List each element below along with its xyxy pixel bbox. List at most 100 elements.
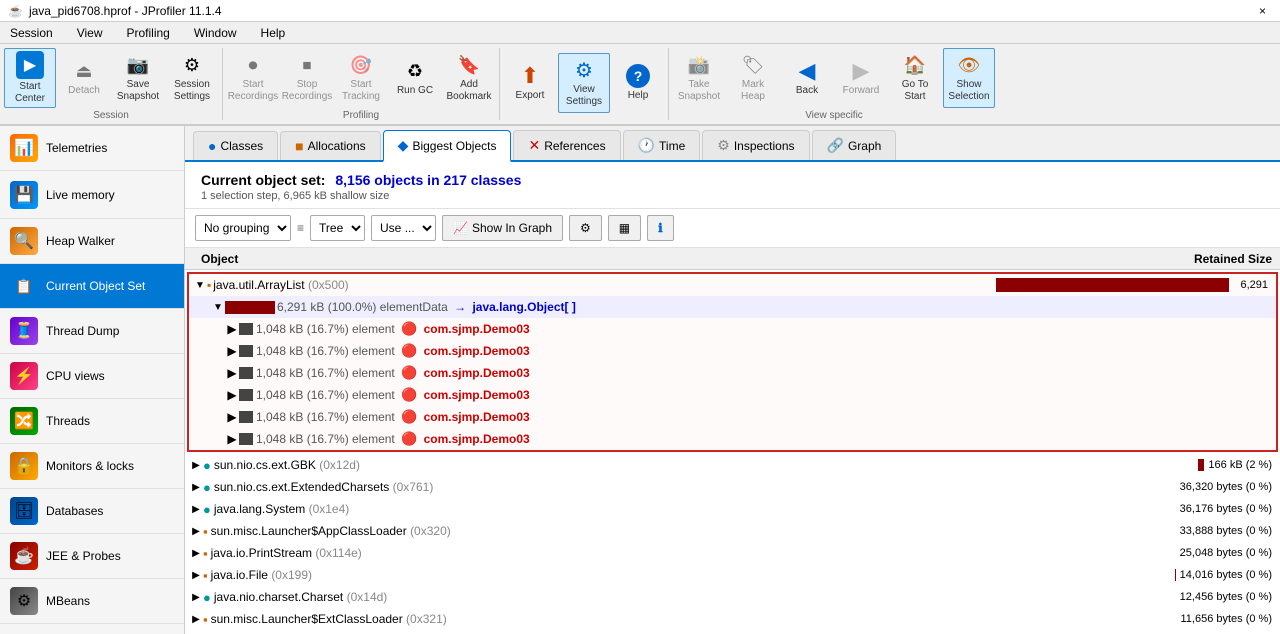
arraylist-text: java.util.ArrayList (0x500) — [213, 278, 996, 292]
tab-biggest-objects[interactable]: ◆ Biggest Objects — [383, 130, 512, 162]
expander-file[interactable]: ▶ — [189, 570, 203, 581]
row-file[interactable]: ▶ ▪ java.io.File (0x199) 14,016 bytes (0… — [185, 564, 1280, 586]
row-element4[interactable]: ▶ 1,048 kB (16.7%) element 🔴 com.sjmp.De… — [189, 384, 1276, 406]
sidebar-item-live-memory[interactable]: 💾 Live memory — [0, 171, 184, 219]
row-element3[interactable]: ▶ 1,048 kB (16.7%) element 🔴 com.sjmp.De… — [189, 362, 1276, 384]
menu-profiling[interactable]: Profiling — [121, 24, 176, 42]
tab-references[interactable]: ✕ References — [513, 130, 620, 160]
toolbar-group-session: ▶ StartCenter ⏏ Detach 📷 SaveSnapshot ⚙ … — [0, 48, 223, 120]
expander-e2[interactable]: ▶ — [225, 344, 239, 358]
expander-e6[interactable]: ▶ — [225, 432, 239, 446]
btn-back[interactable]: ◀ Back — [781, 48, 833, 108]
e5-bar — [239, 411, 253, 423]
biggest-objects-tab-icon: ◆ — [398, 137, 409, 154]
sidebar-item-telemetries[interactable]: 📊 Telemetries — [0, 126, 184, 171]
row-gbk[interactable]: ▶ ● sun.nio.cs.ext.GBK (0x12d) 166 kB (2… — [185, 454, 1280, 476]
expander-extcharsets[interactable]: ▶ — [189, 482, 203, 493]
tab-allocations[interactable]: ■ Allocations — [280, 131, 381, 160]
row-element6[interactable]: ▶ 1,048 kB (16.7%) element 🔴 com.sjmp.De… — [189, 428, 1276, 450]
sidebar-item-monitors-locks[interactable]: 🔒 Monitors & locks — [0, 444, 184, 489]
btn-forward[interactable]: ▶ Forward — [835, 48, 887, 108]
row-baselocale[interactable]: ▶ ● sun.util.locale.BaseLocale (0xb5) 6,… — [185, 630, 1280, 634]
system-icon: ● — [203, 502, 211, 517]
row-charset[interactable]: ▶ ● java.nio.charset.Charset (0x14d) 12,… — [185, 586, 1280, 608]
references-tab-icon: ✕ — [528, 137, 540, 154]
allocations-tab-label: Allocations — [308, 139, 366, 153]
expander-arraylist[interactable]: ▼ — [193, 280, 207, 291]
object-title: Current object set: 8,156 objects in 217… — [201, 172, 1264, 188]
row-extclassloader[interactable]: ▶ ▪ sun.misc.Launcher$ExtClassLoader (0x… — [185, 608, 1280, 630]
row-element1[interactable]: ▶ 1,048 kB (16.7%) element 🔴 com.sjmp.De… — [189, 318, 1276, 340]
btn-add-bookmark[interactable]: 🔖 AddBookmark — [443, 48, 495, 108]
btn-show-selection[interactable]: 👁 ShowSelection — [943, 48, 995, 108]
sidebar-item-jee-probes[interactable]: ☕ JEE & Probes — [0, 534, 184, 579]
tab-time[interactable]: 🕐 Time — [623, 130, 701, 160]
row-element5[interactable]: ▶ 1,048 kB (16.7%) element 🔴 com.sjmp.De… — [189, 406, 1276, 428]
row-printstream[interactable]: ▶ ▪ java.io.PrintStream (0x114e) 25,048 … — [185, 542, 1280, 564]
sidebar-item-current-object-set[interactable]: 📋 Current Object Set — [0, 264, 184, 309]
tab-inspections[interactable]: ⚙ Inspections — [702, 130, 809, 160]
settings-btn[interactable]: ⚙ — [569, 215, 602, 241]
sidebar-item-threads[interactable]: 🔀 Threads — [0, 399, 184, 444]
system-retained-text: 36,176 bytes (0 %) — [1180, 503, 1272, 515]
btn-session-settings[interactable]: ⚙ SessionSettings — [166, 48, 218, 108]
btn-start-tracking[interactable]: 🎯 StartTracking — [335, 48, 387, 108]
expander-extclassloader[interactable]: ▶ — [189, 614, 203, 625]
e2-size: 1,048 kB (16.7%) element — [256, 344, 395, 358]
sidebar-item-databases[interactable]: 🗄 Databases — [0, 489, 184, 534]
menu-view[interactable]: View — [71, 24, 109, 42]
row-system[interactable]: ▶ ● java.lang.System (0x1e4) 36,176 byte… — [185, 498, 1280, 520]
row-elementdata[interactable]: ▼ 6,291 kB (100.0%) elementData → java.l… — [189, 296, 1276, 318]
title-bar-close[interactable]: × — [1253, 4, 1272, 18]
row-arraylist[interactable]: ▼ ▪ java.util.ArrayList (0x500) 6,291 — [189, 274, 1276, 296]
e1-icon: 🔴 — [401, 321, 417, 336]
menu-session[interactable]: Session — [4, 24, 59, 42]
expander-gbk[interactable]: ▶ — [189, 460, 203, 471]
system-retained: 36,176 bytes (0 %) — [1000, 503, 1280, 515]
sidebar-item-mbeans[interactable]: ⚙ MBeans — [0, 579, 184, 624]
btn-go-to-start[interactable]: 🏠 Go ToStart — [889, 48, 941, 108]
btn-run-gc[interactable]: ♻ Run GC — [389, 48, 441, 108]
toolbar: ▶ StartCenter ⏏ Detach 📷 SaveSnapshot ⚙ … — [0, 44, 1280, 126]
expander-e4[interactable]: ▶ — [225, 388, 239, 402]
sidebar-item-thread-dump[interactable]: 🧵 Thread Dump — [0, 309, 184, 354]
btn-take-snapshot[interactable]: 📸 TakeSnapshot — [673, 48, 725, 108]
expander-appclassloader[interactable]: ▶ — [189, 526, 203, 537]
expander-elementdata[interactable]: ▼ — [211, 302, 225, 313]
expander-e3[interactable]: ▶ — [225, 366, 239, 380]
sidebar-item-heap-walker[interactable]: 🔍 Heap Walker — [0, 219, 184, 264]
row-extcharsets[interactable]: ▶ ● sun.nio.cs.ext.ExtendedCharsets (0x7… — [185, 476, 1280, 498]
tab-graph[interactable]: 🔗 Graph — [812, 130, 897, 160]
show-in-graph-btn[interactable]: 📈 Show In Graph — [442, 215, 563, 241]
expander-e1[interactable]: ▶ — [225, 322, 239, 336]
btn-help[interactable]: ? Help — [612, 53, 664, 113]
grid-btn[interactable]: ▦ — [608, 215, 641, 241]
sidebar-item-cpu-views[interactable]: ⚡ CPU views — [0, 354, 184, 399]
cpu-views-label: CPU views — [46, 369, 105, 383]
btn-stop-recordings[interactable]: ⏹ StopRecordings — [281, 48, 333, 108]
btn-view-settings[interactable]: ⚙ ViewSettings — [558, 53, 610, 113]
menu-help[interactable]: Help — [255, 24, 292, 42]
expander-charset[interactable]: ▶ — [189, 592, 203, 603]
expander-system[interactable]: ▶ — [189, 504, 203, 515]
view-select[interactable]: Tree — [310, 215, 365, 241]
grouping-select[interactable]: No grouping — [195, 215, 291, 241]
menu-window[interactable]: Window — [188, 24, 243, 42]
arraylist-retained: 6,291 — [996, 278, 1276, 292]
btn-mark-heap[interactable]: 🏷 MarkHeap — [727, 48, 779, 108]
btn-start-center[interactable]: ▶ StartCenter — [4, 48, 56, 108]
info-btn[interactable]: ℹ — [647, 215, 674, 241]
row-appclassloader[interactable]: ▶ ▪ sun.misc.Launcher$AppClassLoader (0x… — [185, 520, 1280, 542]
take-snapshot-label: TakeSnapshot — [678, 79, 720, 103]
expander-printstream[interactable]: ▶ — [189, 548, 203, 559]
btn-save-snapshot[interactable]: 📷 SaveSnapshot — [112, 48, 164, 108]
btn-export[interactable]: ⬆ Export — [504, 53, 556, 113]
use-select[interactable]: Use ... — [371, 215, 436, 241]
row-element2[interactable]: ▶ 1,048 kB (16.7%) element 🔴 com.sjmp.De… — [189, 340, 1276, 362]
btn-start-recordings[interactable]: ⏺ StartRecordings — [227, 48, 279, 108]
btn-detach[interactable]: ⏏ Detach — [58, 48, 110, 108]
col-retained-header: Retained Size — [1000, 252, 1280, 266]
expander-e5[interactable]: ▶ — [225, 410, 239, 424]
extcharsets-text: sun.nio.cs.ext.ExtendedCharsets (0x761) — [214, 480, 1000, 494]
tab-classes[interactable]: ● Classes — [193, 131, 278, 160]
